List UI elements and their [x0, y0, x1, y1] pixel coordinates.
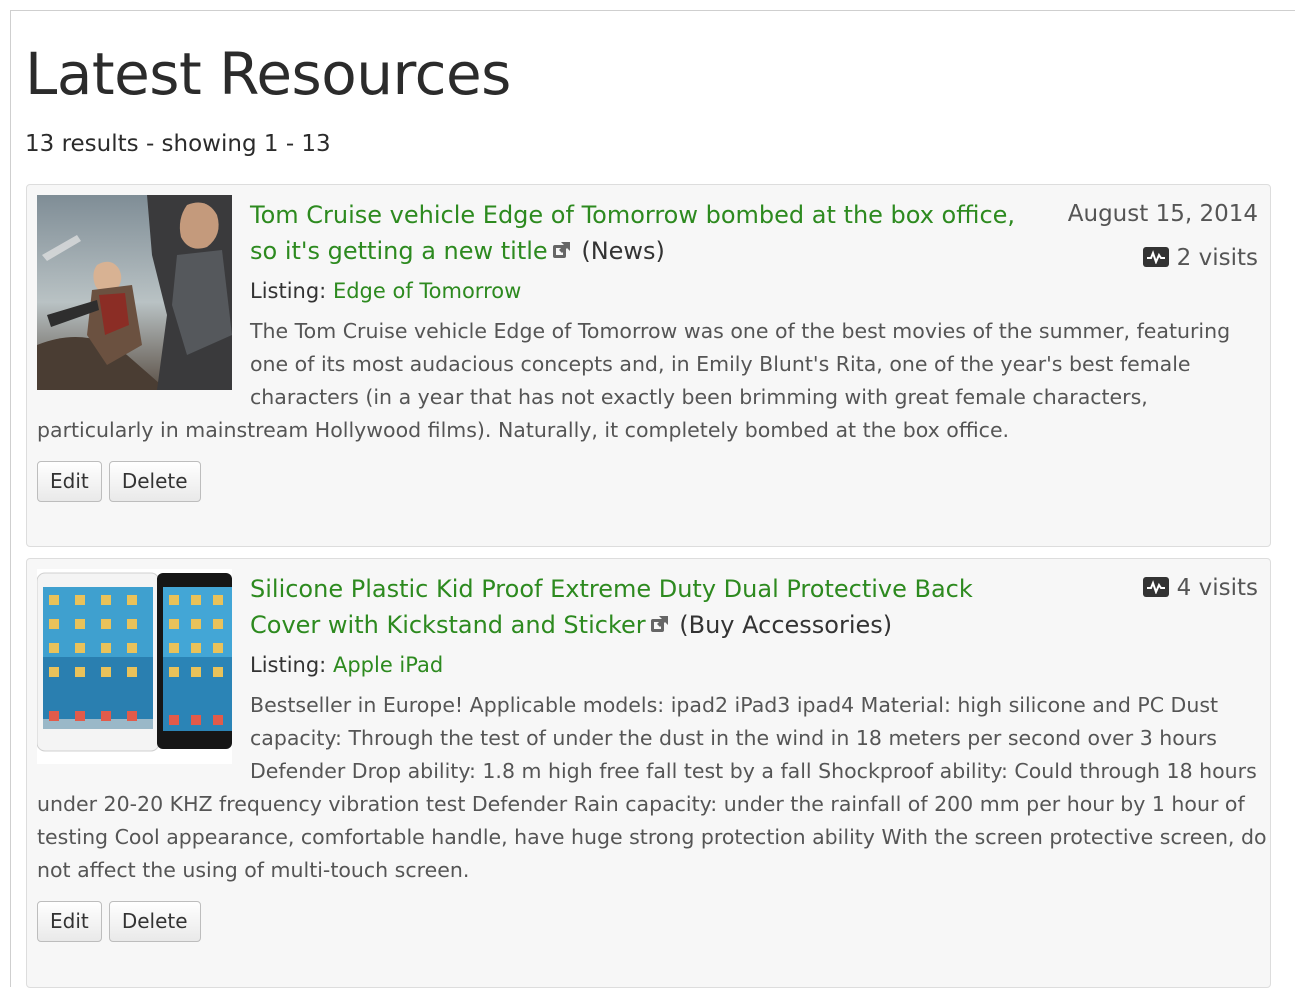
- edit-button[interactable]: Edit: [37, 901, 102, 942]
- activity-chart-icon: [1142, 577, 1169, 597]
- movie-poster-image[interactable]: [37, 195, 232, 390]
- listing-link[interactable]: Apple iPad: [333, 653, 443, 677]
- resource-category: (Buy Accessories): [679, 611, 893, 639]
- visits-label: 4 visits: [1176, 575, 1258, 601]
- visits-count: 4 visits: [1053, 573, 1258, 603]
- resource-date: August 15, 2014: [1067, 201, 1258, 227]
- listing-label: Listing:: [250, 279, 327, 303]
- resource-category: (News): [581, 237, 665, 265]
- visits-count: 2 visits: [1053, 243, 1258, 273]
- listing-label: Listing:: [250, 653, 327, 677]
- resource-actions: Edit Delete: [27, 887, 1270, 942]
- page-container: Latest Resources 13 results - showing 1 …: [10, 10, 1295, 988]
- external-link-icon[interactable]: [650, 608, 670, 632]
- ipad-product-image[interactable]: [37, 569, 232, 764]
- resource-meta: August 15, 2014 2 visits: [1053, 199, 1258, 273]
- activity-chart-icon: [1142, 247, 1169, 267]
- listing-link[interactable]: Edge of Tomorrow: [333, 279, 521, 303]
- external-link-icon[interactable]: [552, 234, 572, 258]
- results-count: 13 results - showing 1 - 13: [25, 131, 331, 157]
- resource-card: 4 visits Silicone Plastic Kid Proof Extr…: [26, 558, 1271, 988]
- resource-meta: 4 visits: [1053, 573, 1258, 603]
- page-title: Latest Resources: [25, 40, 511, 108]
- resource-card: August 15, 2014 2 visits Tom Cruise vehi…: [26, 184, 1271, 547]
- visits-label: 2 visits: [1176, 245, 1258, 271]
- delete-button[interactable]: Delete: [108, 461, 201, 502]
- resource-actions: Edit Delete: [27, 447, 1270, 502]
- delete-button[interactable]: Delete: [108, 901, 201, 942]
- edit-button[interactable]: Edit: [37, 461, 102, 502]
